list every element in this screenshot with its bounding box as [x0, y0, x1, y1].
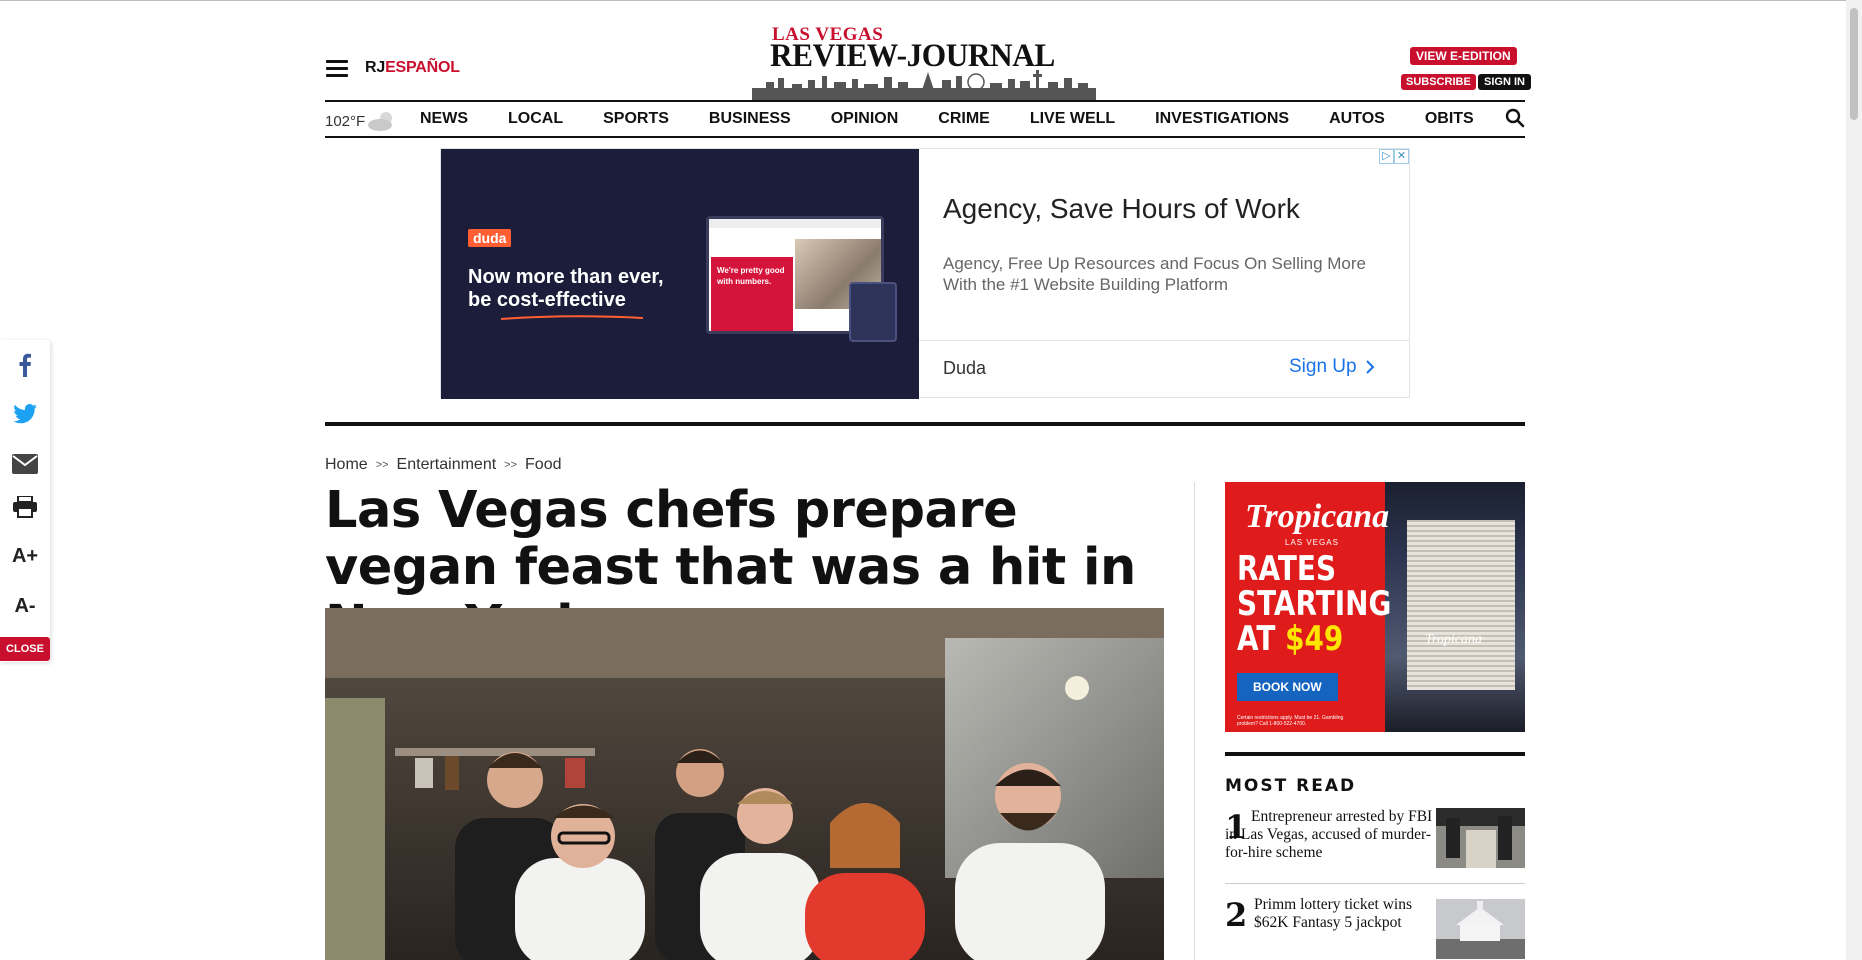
weather-widget[interactable]: 102°F: [325, 111, 397, 131]
sidebar-rule: [1225, 752, 1525, 756]
ad-close-icon[interactable]: ✕: [1394, 149, 1409, 164]
ad-choices[interactable]: ▷ ✕: [1379, 149, 1409, 164]
font-decrease-button[interactable]: A-: [12, 593, 38, 619]
print-icon[interactable]: [12, 494, 38, 520]
adchoices-icon[interactable]: ▷: [1379, 149, 1394, 164]
rates-line-2: STARTING: [1237, 584, 1392, 624]
chefs-photo-image: [325, 608, 1164, 960]
rates-at: AT: [1237, 619, 1286, 659]
rj-label: RJ: [365, 59, 386, 76]
hotel-photo-image: Tropicana: [1385, 482, 1525, 732]
scrollbar-thumb[interactable]: [1850, 8, 1858, 120]
phone-mockup: [849, 282, 897, 342]
nav-item-sports[interactable]: SPORTS: [603, 110, 669, 128]
column-divider: [1194, 482, 1195, 960]
breadcrumb-entertainment[interactable]: Entertainment: [397, 456, 497, 474]
ad-badge: duda: [468, 229, 512, 247]
underline-swoosh-icon: [500, 315, 644, 320]
partly-cloudy-icon: [368, 112, 393, 131]
ad-description: Agency, Free Up Resources and Focus On S…: [943, 254, 1366, 294]
espanol-label: ESPAÑOL: [385, 59, 460, 76]
breadcrumb-home[interactable]: Home: [325, 456, 368, 474]
nav-item-opinion[interactable]: OPINION: [831, 110, 899, 128]
ad-brand: Duda: [943, 358, 987, 378]
mockup-text: We're pretty good with numbers.: [711, 257, 793, 331]
most-read-title: MOST READ: [1225, 776, 1357, 796]
breadcrumb-food[interactable]: Food: [525, 456, 561, 474]
main-nav: 102°F NEWS LOCAL SPORTS BUSINESS OPINION CRIM…: [325, 100, 1525, 138]
ad-headline: Now more than ever, be cost-effective: [468, 266, 718, 312]
nav-item-live-well[interactable]: LIVE WELL: [1030, 110, 1115, 128]
rates-price: $49: [1285, 619, 1344, 659]
nav-item-investigations[interactable]: INVESTIGATIONS: [1155, 110, 1289, 128]
nav-items: NEWS LOCAL SPORTS BUSINESS OPINION CRIME LIVE …: [420, 110, 1474, 128]
search-icon[interactable]: [1505, 108, 1525, 128]
tropicana-logo: Tropicana: [1245, 498, 1390, 535]
email-icon[interactable]: [12, 451, 38, 477]
section-rule: [325, 422, 1525, 426]
tropicana-ad[interactable]: Tropicana Tropicana LAS VEGAS RATES STAR…: [1225, 482, 1525, 732]
ad-headline-line-1: Now more than ever,: [468, 266, 664, 288]
top-border: [0, 0, 1862, 1]
tropicana-logo-sub: LAS VEGAS: [1285, 538, 1339, 547]
breadcrumb: Home >> Entertainment >> Food: [325, 456, 561, 474]
book-now-button[interactable]: BOOK NOW: [1237, 673, 1338, 701]
nav-item-obits[interactable]: OBITS: [1425, 110, 1474, 128]
most-read-item[interactable]: 2 Primm lottery ticket wins $62K Fantasy…: [1225, 896, 1525, 960]
weather-temp: 102°F: [325, 112, 366, 130]
logo-name-text: REVIEW-JOURNAL: [770, 38, 1055, 74]
scrollbar[interactable]: [1846, 0, 1862, 960]
nav-item-local[interactable]: LOCAL: [508, 110, 563, 128]
nav-item-crime[interactable]: CRIME: [938, 110, 990, 128]
breadcrumb-separator: >>: [375, 459, 389, 471]
ad-headline-line-2: be cost-effective: [468, 289, 626, 311]
share-rail: A+ A-: [0, 340, 50, 662]
nav-item-news[interactable]: NEWS: [420, 110, 468, 128]
rates-line-3: AT $49: [1237, 622, 1391, 657]
ad-cta-label: Sign Up: [1289, 356, 1357, 377]
most-read-thumbnail[interactable]: [1436, 899, 1525, 959]
menu-icon[interactable]: [326, 60, 348, 78]
ad-title[interactable]: Agency, Save Hours of Work: [943, 193, 1300, 225]
skyline-icon: [752, 70, 1096, 100]
most-read-headline[interactable]: Entrepreneur arrested by FBI in Las Vega…: [1225, 808, 1435, 862]
sign-in-button[interactable]: SIGN IN: [1478, 74, 1531, 90]
hotel-sign-text: Tropicana: [1425, 632, 1483, 647]
breadcrumb-separator: >>: [504, 459, 518, 471]
rates-text: RATES STARTING AT $49: [1237, 552, 1391, 657]
facebook-icon[interactable]: [12, 352, 38, 378]
most-read-divider: [1225, 883, 1525, 884]
nav-item-autos[interactable]: AUTOS: [1329, 110, 1385, 128]
ad-signup-button[interactable]: Sign Up: [1289, 356, 1375, 378]
view-eedition-button[interactable]: VIEW E-EDITION: [1410, 47, 1517, 65]
most-read-number: 2: [1225, 896, 1248, 934]
most-read-item[interactable]: 1 Entrepreneur arrested by FBI in Las Ve…: [1225, 806, 1525, 876]
rates-line-1: RATES: [1237, 549, 1337, 589]
article-hero-image[interactable]: [325, 608, 1164, 960]
ad-creative[interactable]: duda Now more than ever, be cost-effecti…: [441, 149, 919, 399]
ad-divider: [919, 340, 1410, 341]
share-close-button[interactable]: CLOSE: [0, 637, 50, 661]
chevron-right-icon: [1365, 360, 1375, 374]
most-read-headline[interactable]: Primm lottery ticket wins $62K Fantasy 5…: [1254, 896, 1439, 932]
site-logo[interactable]: LAS VEGAS REVIEW-JOURNAL: [752, 24, 1096, 100]
ad-fine-print: Certain restrictions apply. Must be 21. …: [1237, 715, 1344, 727]
most-read-thumbnail[interactable]: [1436, 808, 1525, 868]
font-increase-button[interactable]: A+: [12, 543, 38, 569]
rj-espanol-link[interactable]: RJESPAÑOL: [365, 59, 460, 77]
subscribe-button[interactable]: SUBSCRIBE: [1401, 74, 1476, 90]
display-ad[interactable]: duda Now more than ever, be cost-effecti…: [440, 148, 1410, 399]
twitter-icon[interactable]: [12, 401, 38, 427]
nav-item-business[interactable]: BUSINESS: [709, 110, 791, 128]
